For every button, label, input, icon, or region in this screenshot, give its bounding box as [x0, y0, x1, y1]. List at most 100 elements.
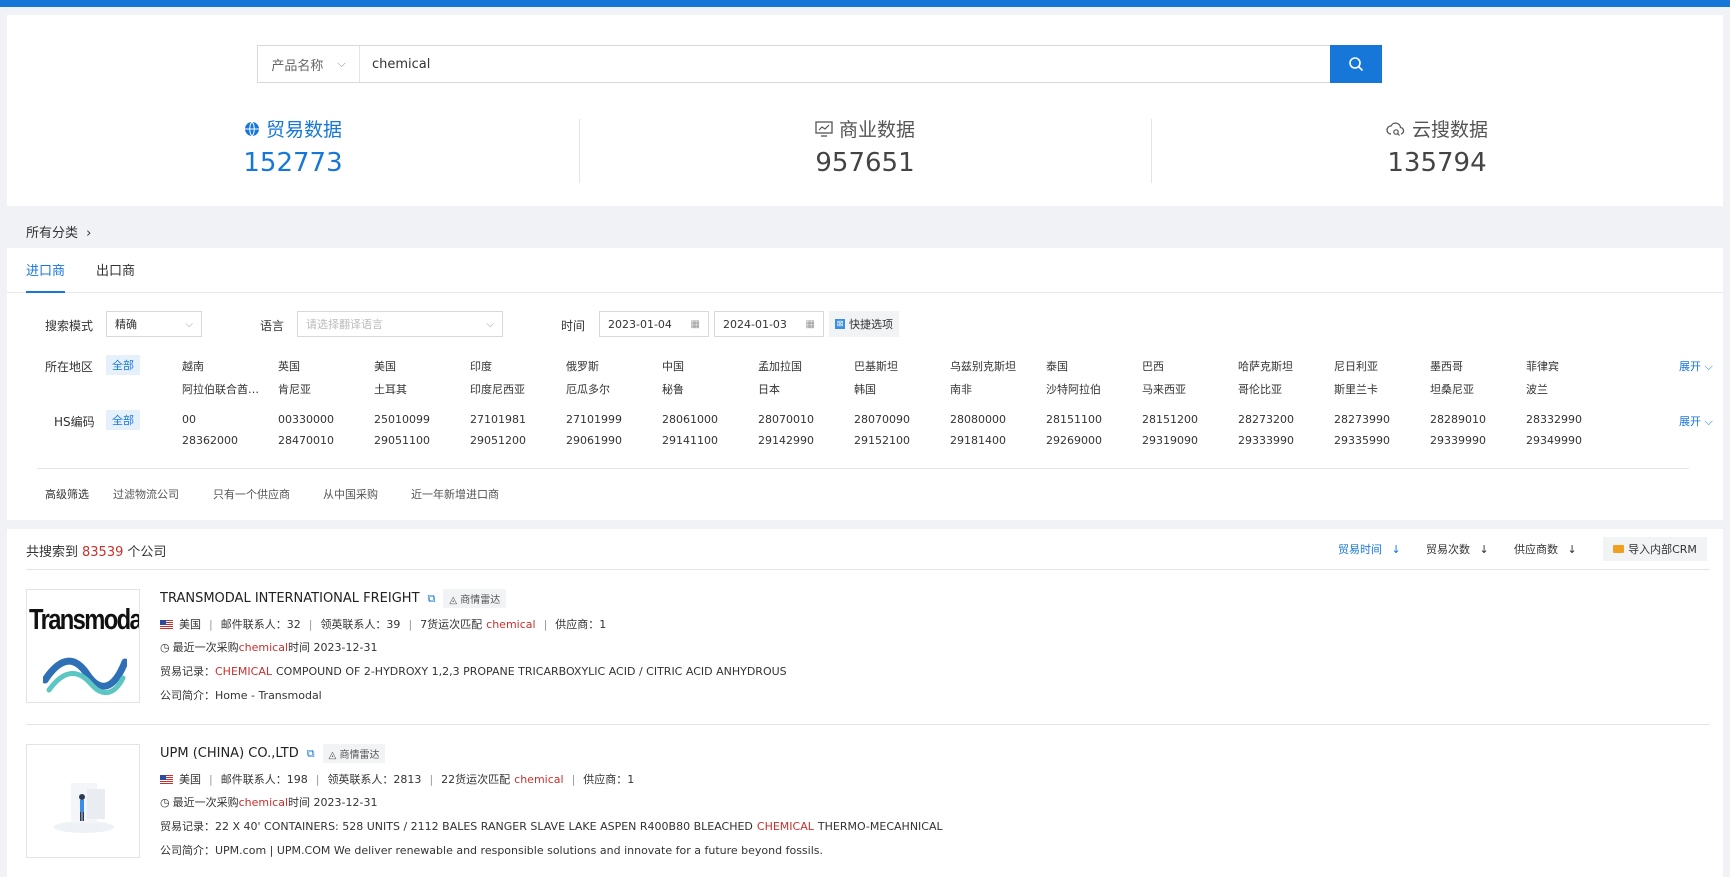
- region-chip[interactable]: 南非: [950, 381, 1032, 397]
- hs-code-chip[interactable]: 28070090: [854, 413, 936, 426]
- hs-code-chip[interactable]: 28332990: [1526, 413, 1608, 426]
- hs-code-chip[interactable]: 00330000: [278, 413, 360, 426]
- linkedin-contacts[interactable]: 领英联系人：2813: [327, 771, 421, 787]
- hs-code-chip[interactable]: 29051100: [374, 434, 456, 447]
- hs-code-chip[interactable]: 29181400: [950, 434, 1032, 447]
- region-chip[interactable]: 土耳其: [374, 381, 456, 397]
- hs-code-chip[interactable]: 00: [182, 413, 264, 426]
- filter-exclude-logistics[interactable]: 过滤物流公司: [113, 486, 179, 502]
- region-chip[interactable]: 印度尼西亚: [470, 381, 552, 397]
- hs-code-chip[interactable]: 28273990: [1334, 413, 1416, 426]
- date-to-input[interactable]: 2024-01-03 ▦: [714, 311, 824, 337]
- hs-code-chip[interactable]: 28151200: [1142, 413, 1224, 426]
- search-type-select[interactable]: 产品名称 ⌵: [258, 46, 360, 82]
- company-logo-placeholder[interactable]: [26, 744, 140, 858]
- region-expand-button[interactable]: 展开 ⌵: [1679, 358, 1713, 374]
- region-chip[interactable]: 俄罗斯: [566, 358, 648, 374]
- hs-code-chip[interactable]: 28362000: [182, 434, 264, 447]
- hs-code-chip[interactable]: 29333990: [1238, 434, 1320, 447]
- copy-icon[interactable]: ⧉: [307, 747, 315, 761]
- hs-code-chip[interactable]: 25010099: [374, 413, 456, 426]
- region-chip[interactable]: 巴基斯坦: [854, 358, 936, 374]
- hs-code-chip[interactable]: 28080000: [950, 413, 1032, 426]
- region-chip[interactable]: 美国: [374, 358, 456, 374]
- hs-code-chip[interactable]: 29335990: [1334, 434, 1416, 447]
- hs-code-chip[interactable]: 29152100: [854, 434, 936, 447]
- region-chip[interactable]: 肯尼亚: [278, 381, 360, 397]
- hs-code-chip[interactable]: 29319090: [1142, 434, 1224, 447]
- hs-code-chip[interactable]: 28273200: [1238, 413, 1320, 426]
- sort-trade-count[interactable]: 贸易次数 ↓: [1426, 541, 1489, 557]
- hs-code-chip[interactable]: 27101999: [566, 413, 648, 426]
- region-chip[interactable]: 厄瓜多尔: [566, 381, 648, 397]
- hs-code-chip[interactable]: 27101981: [470, 413, 552, 426]
- region-chip[interactable]: 韩国: [854, 381, 936, 397]
- company-name[interactable]: UPM (CHINA) CO.,LTD: [160, 746, 299, 761]
- hs-all-chip[interactable]: 全部: [106, 410, 140, 430]
- quick-options-button[interactable]: ⊠ 快捷选项: [829, 311, 899, 337]
- business-radar-badge[interactable]: ◬ 商情雷达: [322, 744, 386, 763]
- hs-code-chip[interactable]: 29339990: [1430, 434, 1512, 447]
- region-chip[interactable]: 斯里兰卡: [1334, 381, 1416, 397]
- region-chip[interactable]: 哈萨克斯坦: [1238, 358, 1320, 374]
- stat-business-data[interactable]: 商业数据 957651: [579, 115, 1151, 178]
- tab-exporter[interactable]: 出口商: [96, 260, 135, 291]
- region-chip[interactable]: 阿拉伯联合酋长国: [182, 381, 264, 397]
- email-contacts[interactable]: 邮件联系人：32: [221, 616, 301, 632]
- hs-code-chip[interactable]: 28070010: [758, 413, 840, 426]
- filter-from-china[interactable]: 从中国采购: [323, 486, 378, 502]
- region-chip[interactable]: 越南: [182, 358, 264, 374]
- search-button[interactable]: [1330, 44, 1382, 83]
- expand-label: 展开: [1679, 415, 1701, 428]
- hs-code-chip[interactable]: 29061990: [566, 434, 648, 447]
- region-chip[interactable]: 尼日利亚: [1334, 358, 1416, 374]
- language-select[interactable]: 请选择翻译语言 ⌵: [297, 311, 503, 337]
- import-crm-button[interactable]: 导入内部CRM: [1603, 537, 1707, 561]
- region-chip[interactable]: 乌兹别克斯坦: [950, 358, 1032, 374]
- stat-trade-data[interactable]: 贸易数据 152773: [7, 115, 579, 178]
- last-purchase-row: ◷ 最近一次采购 chemical 时间 2023-12-31: [160, 639, 377, 655]
- region-chip[interactable]: 墨西哥: [1430, 358, 1512, 374]
- date-from-input[interactable]: 2023-01-04 ▦: [599, 311, 709, 337]
- hs-code-chip[interactable]: 29142990: [758, 434, 840, 447]
- category-breadcrumb[interactable]: 所有分类 ›: [26, 222, 91, 241]
- region-chip[interactable]: 日本: [758, 381, 840, 397]
- region-all-chip[interactable]: 全部: [106, 355, 140, 375]
- hs-code-chip[interactable]: 29141100: [662, 434, 744, 447]
- hs-code-chip[interactable]: 29051200: [470, 434, 552, 447]
- region-chip[interactable]: 秘鲁: [662, 381, 744, 397]
- hs-code-chip[interactable]: 28289010: [1430, 413, 1512, 426]
- region-chip[interactable]: 菲律宾: [1526, 358, 1608, 374]
- sort-trade-time[interactable]: 贸易时间 ↓: [1338, 541, 1401, 557]
- email-contacts[interactable]: 邮件联系人：198: [221, 771, 308, 787]
- search-input[interactable]: [360, 45, 1330, 83]
- hs-expand-button[interactable]: 展开 ⌵: [1679, 413, 1713, 429]
- hs-code-chip[interactable]: 29269000: [1046, 434, 1128, 447]
- region-chip[interactable]: 沙特阿拉伯: [1046, 381, 1128, 397]
- search-mode-select[interactable]: 精确 ⌵: [106, 311, 202, 337]
- hs-code-chip[interactable]: 29349990: [1526, 434, 1608, 447]
- filter-new-importers[interactable]: 近一年新增进口商: [411, 486, 499, 502]
- company-logo[interactable]: Transmodal: [26, 589, 140, 703]
- region-chip[interactable]: 马来西亚: [1142, 381, 1224, 397]
- region-chip[interactable]: 英国: [278, 358, 360, 374]
- region-chip[interactable]: 坦桑尼亚: [1430, 381, 1512, 397]
- tab-importer[interactable]: 进口商: [26, 260, 66, 293]
- business-radar-badge[interactable]: ◬ 商情雷达: [443, 589, 507, 608]
- hs-code-chip[interactable]: 28061000: [662, 413, 744, 426]
- linkedin-contacts[interactable]: 领英联系人：39: [320, 616, 400, 632]
- region-chip[interactable]: 波兰: [1526, 381, 1608, 397]
- filter-single-supplier[interactable]: 只有一个供应商: [213, 486, 290, 502]
- hs-code-chip[interactable]: 28470010: [278, 434, 360, 447]
- region-chip[interactable]: 印度: [470, 358, 552, 374]
- region-chip[interactable]: 泰国: [1046, 358, 1128, 374]
- sort-supplier-count[interactable]: 供应商数 ↓: [1514, 541, 1577, 557]
- region-chip[interactable]: 中国: [662, 358, 744, 374]
- region-chip[interactable]: 哥伦比亚: [1238, 381, 1320, 397]
- company-name[interactable]: TRANSMODAL INTERNATIONAL FREIGHT: [160, 591, 420, 606]
- region-chip[interactable]: 巴西: [1142, 358, 1224, 374]
- stat-cloud-data[interactable]: 云搜数据 135794: [1151, 115, 1723, 178]
- hs-code-chip[interactable]: 28151100: [1046, 413, 1128, 426]
- region-chip[interactable]: 孟加拉国: [758, 358, 840, 374]
- copy-icon[interactable]: ⧉: [428, 592, 436, 606]
